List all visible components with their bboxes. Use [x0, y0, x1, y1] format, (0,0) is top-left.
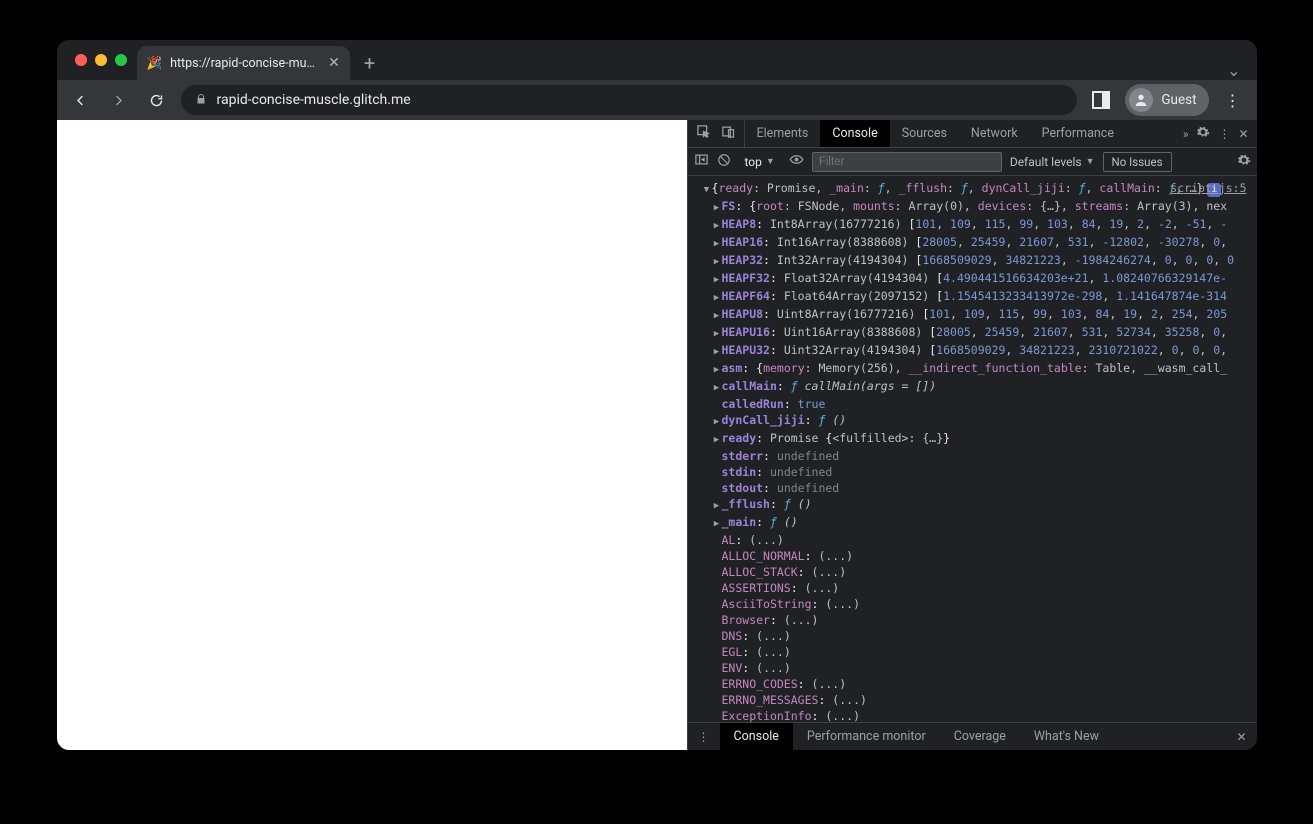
object-property-row[interactable]: ERRNO_MESSAGES: (...) — [694, 692, 1257, 708]
object-property-row[interactable]: callMain: ƒ callMain(args = []) — [694, 378, 1257, 396]
object-property-row[interactable]: ALLOC_STACK: (...) — [694, 564, 1257, 580]
drawer-menu-icon[interactable]: ⋮ — [688, 730, 720, 744]
drawer-tab-coverage[interactable]: Coverage — [940, 723, 1020, 750]
object-property-row[interactable]: HEAPU32: Uint32Array(4194304) [166850902… — [694, 342, 1257, 360]
devtools-close-icon[interactable]: ✕ — [1238, 127, 1248, 141]
tab-strip: 🎉 https://rapid-concise-muscle.g ✕ + ⌄ — [57, 40, 1257, 80]
devtools-tab-console[interactable]: Console — [820, 120, 889, 147]
console-filter-input[interactable] — [812, 152, 1002, 172]
drawer-close-icon[interactable]: ✕ — [1226, 730, 1256, 744]
url-text: rapid-concise-muscle.glitch.me — [217, 92, 411, 108]
tab-title: https://rapid-concise-muscle.g — [170, 56, 320, 71]
object-property-row[interactable]: HEAPF32: Float32Array(4194304) [4.490441… — [694, 270, 1257, 288]
device-toolbar-icon[interactable] — [721, 124, 736, 143]
log-levels-selector[interactable]: Default levels▼ — [1010, 155, 1095, 169]
object-property-row[interactable]: HEAP32: Int32Array(4194304) [1668509029,… — [694, 252, 1257, 270]
object-property-row[interactable]: stdout: undefined — [694, 480, 1257, 496]
object-property-row[interactable]: stdin: undefined — [694, 464, 1257, 480]
browser-window: 🎉 https://rapid-concise-muscle.g ✕ + ⌄ r… — [57, 40, 1257, 750]
object-property-row[interactable]: Browser: (...) — [694, 612, 1257, 628]
browser-menu-button[interactable]: ⋮ — [1219, 86, 1247, 114]
object-property-row[interactable]: ASSERTIONS: (...) — [694, 580, 1257, 596]
devtools-top-bar: ElementsConsoleSourcesNetworkPerformance… — [688, 120, 1257, 148]
object-property-row[interactable]: ENV: (...) — [694, 660, 1257, 676]
object-property-row[interactable]: HEAPU8: Uint8Array(16777216) [101, 109, … — [694, 306, 1257, 324]
more-tabs-icon[interactable]: » — [1183, 127, 1189, 141]
maximize-window-button[interactable] — [115, 54, 127, 66]
devtools-tab-elements[interactable]: Elements — [745, 120, 821, 147]
object-property-row[interactable]: _main: ƒ () — [694, 514, 1257, 532]
console-settings-icon[interactable] — [1237, 153, 1251, 171]
drawer-tab-performance-monitor[interactable]: Performance monitor — [793, 723, 940, 750]
minimize-window-button[interactable] — [95, 54, 107, 66]
address-bar[interactable]: rapid-concise-muscle.glitch.me — [181, 85, 1078, 115]
tab-favicon: 🎉 — [147, 56, 163, 71]
object-property-row[interactable]: HEAP16: Int16Array(8388608) [28005, 2545… — [694, 234, 1257, 252]
inspect-element-icon[interactable] — [696, 124, 711, 143]
object-property-row[interactable]: AsciiToString: (...) — [694, 596, 1257, 612]
object-property-row[interactable]: FS: {root: FSNode, mounts: Array(0), dev… — [694, 198, 1257, 216]
devtools-drawer: ⋮ ConsolePerformance monitorCoverageWhat… — [688, 722, 1257, 750]
object-property-row[interactable]: ERRNO_CODES: (...) — [694, 676, 1257, 692]
object-property-row[interactable]: HEAPF64: Float64Array(2097152) [1.154541… — [694, 288, 1257, 306]
issues-button[interactable]: No Issues — [1103, 152, 1172, 172]
browser-tab[interactable]: 🎉 https://rapid-concise-muscle.g ✕ — [137, 46, 350, 80]
back-button[interactable] — [67, 86, 95, 114]
live-expression-icon[interactable] — [789, 152, 804, 171]
drawer-tab-console[interactable]: Console — [720, 723, 793, 750]
page-viewport[interactable] — [57, 120, 687, 750]
lock-icon — [195, 93, 207, 108]
window-controls — [67, 40, 137, 80]
devtools-tab-sources[interactable]: Sources — [890, 120, 959, 147]
object-property-row[interactable]: stderr: undefined — [694, 448, 1257, 464]
tab-close-icon[interactable]: ✕ — [328, 55, 340, 71]
profile-label: Guest — [1161, 92, 1196, 108]
side-panel-button[interactable] — [1087, 86, 1115, 114]
object-property-row[interactable]: EGL: (...) — [694, 644, 1257, 660]
object-property-row[interactable]: _fflush: ƒ () — [694, 496, 1257, 514]
object-property-row[interactable]: HEAPU16: Uint16Array(8388608) [28005, 25… — [694, 324, 1257, 342]
tab-strip-chevron-icon[interactable]: ⌄ — [1227, 61, 1256, 80]
devtools-menu-icon[interactable]: ⋮ — [1218, 127, 1230, 141]
drawer-tab-what-s-new[interactable]: What's New — [1020, 723, 1113, 750]
object-property-row[interactable]: DNS: (...) — [694, 628, 1257, 644]
object-property-row[interactable]: ExceptionInfo: (...) — [694, 708, 1257, 722]
source-link[interactable]: script.js:5 — [1170, 180, 1246, 196]
object-property-row[interactable]: dynCall_jiji: ƒ () — [694, 412, 1257, 430]
forward-button[interactable] — [105, 86, 133, 114]
object-property-row[interactable]: asm: {memory: Memory(256), __indirect_fu… — [694, 360, 1257, 378]
devtools-settings-icon[interactable] — [1196, 125, 1210, 142]
console-sidebar-toggle-icon[interactable] — [694, 152, 709, 171]
browser-toolbar: rapid-concise-muscle.glitch.me Guest ⋮ — [57, 80, 1257, 120]
close-window-button[interactable] — [75, 54, 87, 66]
object-property-row[interactable]: HEAP8: Int8Array(16777216) [101, 109, 11… — [694, 216, 1257, 234]
object-property-row[interactable]: ALLOC_NORMAL: (...) — [694, 548, 1257, 564]
clear-console-icon[interactable] — [717, 153, 731, 171]
object-property-row[interactable]: AL: (...) — [694, 532, 1257, 548]
devtools-tab-network[interactable]: Network — [959, 120, 1030, 147]
content-area: ElementsConsoleSourcesNetworkPerformance… — [57, 120, 1257, 750]
avatar-icon — [1129, 88, 1153, 112]
profile-chip[interactable]: Guest — [1125, 84, 1208, 116]
devtools-panel: ElementsConsoleSourcesNetworkPerformance… — [687, 120, 1257, 750]
object-property-row[interactable]: calledRun: true — [694, 396, 1257, 412]
reload-button[interactable] — [143, 86, 171, 114]
new-tab-button[interactable]: + — [350, 46, 389, 80]
console-toolbar: top▼ Default levels▼ No Issues — [688, 148, 1257, 176]
console-output[interactable]: script.js:5 {ready: Promise, _main: ƒ, _… — [688, 176, 1257, 722]
devtools-tab-performance[interactable]: Performance — [1030, 120, 1126, 147]
execution-context-selector[interactable]: top▼ — [739, 153, 781, 171]
object-property-row[interactable]: ready: Promise {<fulfilled>: {…}} — [694, 430, 1257, 448]
